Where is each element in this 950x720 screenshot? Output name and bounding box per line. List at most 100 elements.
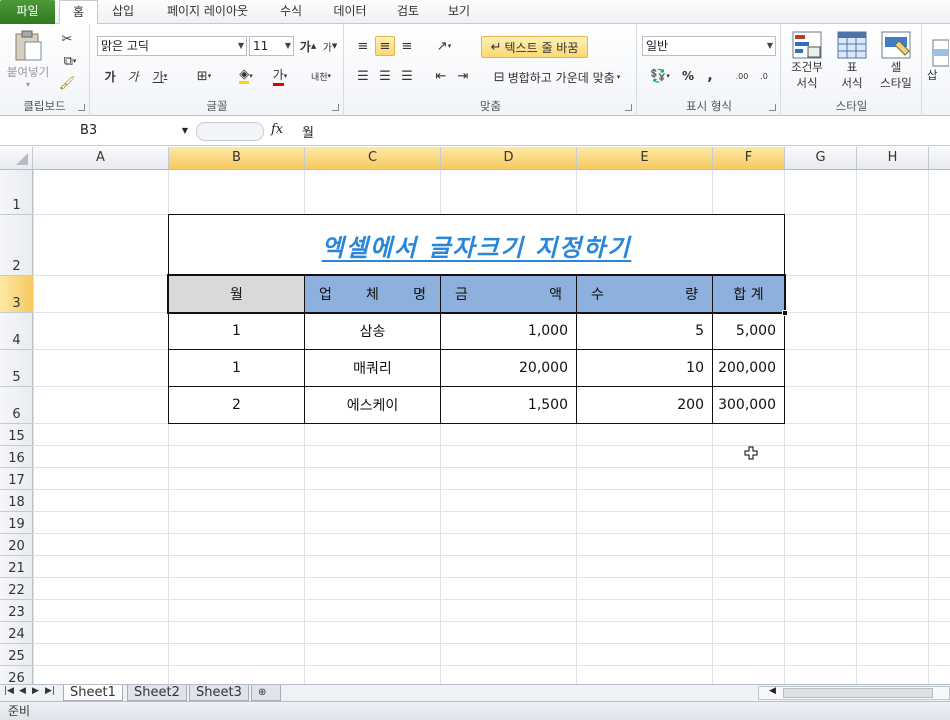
phonetic-button[interactable]: 내천 ▾ [305, 66, 337, 86]
table-cell[interactable]: 300,000 [712, 386, 785, 424]
row-header-19[interactable]: 19 [0, 512, 33, 534]
column-header-a[interactable]: A [33, 147, 169, 169]
align-top-icon[interactable]: ≡ [353, 36, 373, 56]
sheet-tab-sheet2[interactable]: Sheet2 [127, 685, 187, 701]
orientation-icon[interactable]: ↗ ▾ [431, 36, 457, 56]
table-cell[interactable]: 5,000 [712, 312, 785, 350]
font-color-button[interactable]: 가 ▾ [265, 66, 295, 86]
select-all-button[interactable] [0, 147, 33, 169]
insert-cells-button[interactable]: 삽 [927, 28, 949, 94]
row-header-1[interactable]: 1 [0, 170, 33, 215]
tab-review[interactable]: 검토 [386, 0, 430, 24]
font-size-combo[interactable]: 11 ▼ [249, 36, 294, 56]
table-cell[interactable]: 에스케이 [304, 386, 441, 424]
row-header-24[interactable]: 24 [0, 622, 33, 644]
column-header-g[interactable]: G [785, 147, 857, 169]
tab-data[interactable]: 데이터 [320, 0, 380, 24]
header-cell-total[interactable]: 합 계 [712, 275, 785, 313]
scroll-thumb[interactable] [783, 688, 933, 698]
row-header-20[interactable]: 20 [0, 534, 33, 556]
table-cell[interactable]: 1 [168, 312, 305, 350]
sheet-title-cell[interactable]: 엑셀에서 글자크기 지정하기 [168, 214, 785, 276]
increase-indent-icon[interactable]: ⇥ [453, 66, 473, 86]
table-cell[interactable]: 매쿼리 [304, 349, 441, 387]
grow-font-button[interactable]: 가 ▲ [298, 36, 318, 56]
decrease-decimal-button[interactable]: .0 [754, 66, 774, 86]
row-header-21[interactable]: 21 [0, 556, 33, 578]
align-center-icon[interactable]: ☰ [375, 66, 395, 86]
cell-styles-button[interactable]: 셀 스타일 [874, 28, 918, 94]
clipboard-launcher-icon[interactable] [78, 104, 85, 111]
header-cell-quantity[interactable]: 수량 [576, 275, 713, 313]
tab-insert[interactable]: 삽입 [103, 0, 143, 24]
row-header-17[interactable]: 17 [0, 468, 33, 490]
currency-icon[interactable]: 💱 ▾ [644, 66, 676, 86]
column-header-h[interactable]: H [857, 147, 929, 169]
formula-input[interactable]: 월 [302, 122, 314, 141]
header-cell-amount[interactable]: 금액 [440, 275, 577, 313]
sheet-tab-sheet1[interactable]: Sheet1 [63, 685, 123, 701]
format-as-table-button[interactable]: 표 서식 [832, 28, 872, 94]
align-left-icon[interactable]: ☰ [353, 66, 373, 86]
row-header-6[interactable]: 6 [0, 387, 33, 424]
align-middle-icon[interactable]: ≡ [375, 36, 395, 56]
table-cell[interactable]: 10 [576, 349, 713, 387]
italic-button[interactable]: 가 [123, 66, 143, 86]
format-painter-icon[interactable]: 🖌 [58, 74, 76, 92]
row-header-25[interactable]: 25 [0, 644, 33, 666]
column-header-e[interactable]: E [577, 147, 713, 169]
tab-file[interactable]: 파일 [0, 0, 55, 24]
horizontal-scrollbar[interactable]: ◀ [758, 686, 950, 700]
copy-icon[interactable]: ⧉ ▾ [58, 52, 82, 70]
header-cell-company[interactable]: 업체명 [304, 275, 441, 313]
underline-button[interactable]: 가 ▾ [146, 66, 174, 86]
tab-formulas[interactable]: 수식 [270, 0, 312, 24]
column-header-f[interactable]: F [713, 147, 785, 169]
tab-home[interactable]: 홈 [59, 0, 98, 25]
column-header-d[interactable]: D [441, 147, 577, 169]
next-sheet-icon[interactable]: ▶ [32, 686, 39, 696]
table-cell[interactable]: 삼송 [304, 312, 441, 350]
scroll-left-icon[interactable]: ◀ [769, 686, 776, 696]
number-launcher-icon[interactable] [769, 104, 776, 111]
insert-function-icon[interactable]: fx [271, 122, 283, 137]
paste-button[interactable]: 붙여넣기 ▾ [6, 28, 50, 90]
border-button[interactable]: ⊞ ▾ [190, 66, 218, 86]
last-sheet-icon[interactable]: ▶| [45, 686, 55, 696]
font-launcher-icon[interactable] [332, 104, 339, 111]
row-header-15[interactable]: 15 [0, 424, 33, 446]
column-header-c[interactable]: C [305, 147, 441, 169]
decrease-indent-icon[interactable]: ⇤ [431, 66, 451, 86]
shrink-font-button[interactable]: 가 ▼ [320, 36, 340, 56]
first-sheet-icon[interactable]: |◀ [4, 686, 14, 696]
row-header-18[interactable]: 18 [0, 490, 33, 512]
number-format-combo[interactable]: 일반 ▼ [642, 36, 776, 56]
table-cell[interactable]: 5 [576, 312, 713, 350]
row-header-4[interactable]: 4 [0, 313, 33, 350]
table-cell[interactable]: 2 [168, 386, 305, 424]
align-bottom-icon[interactable]: ≡ [397, 36, 417, 56]
tab-page-layout[interactable]: 페이지 레이아웃 [150, 0, 265, 24]
percent-button[interactable]: % [680, 66, 696, 86]
bold-button[interactable]: 가 [100, 66, 120, 86]
font-name-combo[interactable]: 맑은 고딕 ▼ [97, 36, 247, 56]
table-cell[interactable]: 1,000 [440, 312, 577, 350]
fill-handle[interactable] [782, 310, 788, 316]
merge-center-button[interactable]: ⊟ 병합하고 가운데 맞춤 ▾ [481, 66, 633, 88]
table-cell[interactable]: 200,000 [712, 349, 785, 387]
wrap-text-button[interactable]: ↵ 텍스트 줄 바꿈 [481, 36, 588, 58]
table-cell[interactable]: 200 [576, 386, 713, 424]
insert-sheet-icon[interactable]: ⊕ [251, 685, 281, 701]
fill-color-button[interactable]: ◈ ▾ [231, 66, 261, 86]
row-header-5[interactable]: 5 [0, 350, 33, 387]
table-cell[interactable]: 1 [168, 349, 305, 387]
prev-sheet-icon[interactable]: ◀ [19, 686, 26, 696]
name-box[interactable]: B3 ▼ [6, 121, 190, 142]
increase-decimal-button[interactable]: .00 [732, 66, 752, 86]
tab-view[interactable]: 보기 [437, 0, 481, 24]
row-header-2[interactable]: 2 [0, 215, 33, 276]
formula-bar-splitter[interactable] [196, 122, 264, 141]
row-header-16[interactable]: 16 [0, 446, 33, 468]
sheet-tab-sheet3[interactable]: Sheet3 [189, 685, 249, 701]
worksheet-grid[interactable]: 엑셀에서 글자크기 지정하기 월 업체명 금액 수량 합 계 1 삼송 1,00… [33, 170, 950, 684]
